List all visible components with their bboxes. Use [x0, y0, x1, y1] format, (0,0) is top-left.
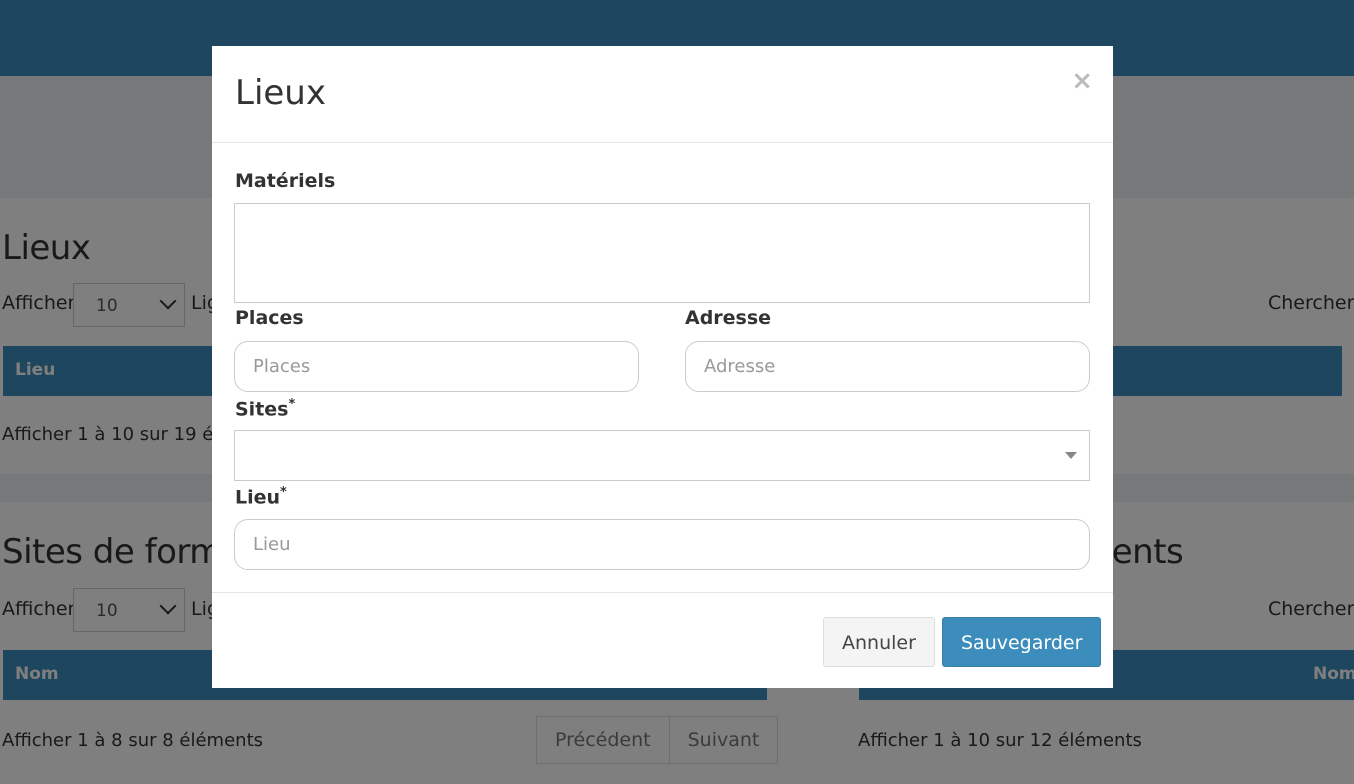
sites-label-text: Sites [235, 398, 289, 421]
sites-label: Sites* [235, 397, 295, 420]
lieux-modal: Lieux × Matériels Places Adresse Sites* … [212, 46, 1113, 688]
modal-title: Lieux [235, 73, 326, 113]
lieu-label-text: Lieu [235, 486, 281, 509]
adresse-label: Adresse [685, 307, 772, 329]
required-mark: * [280, 485, 287, 500]
places-input[interactable] [234, 341, 639, 392]
adresse-input[interactable] [685, 341, 1090, 392]
lieu-label: Lieu* [235, 485, 287, 508]
close-icon[interactable]: × [1071, 66, 1093, 96]
required-mark: * [288, 397, 296, 412]
modal-footer: Annuler Sauvegarder [212, 592, 1113, 689]
materiels-textarea[interactable] [234, 203, 1090, 303]
lieu-input[interactable] [234, 519, 1090, 570]
caret-down-icon [1065, 452, 1077, 459]
modal-header: Lieux × [212, 46, 1113, 143]
sites-select[interactable] [234, 430, 1090, 481]
materiels-label: Matériels [235, 170, 336, 192]
cancel-button[interactable]: Annuler [823, 617, 935, 667]
save-button[interactable]: Sauvegarder [942, 617, 1102, 667]
places-label: Places [235, 307, 304, 329]
